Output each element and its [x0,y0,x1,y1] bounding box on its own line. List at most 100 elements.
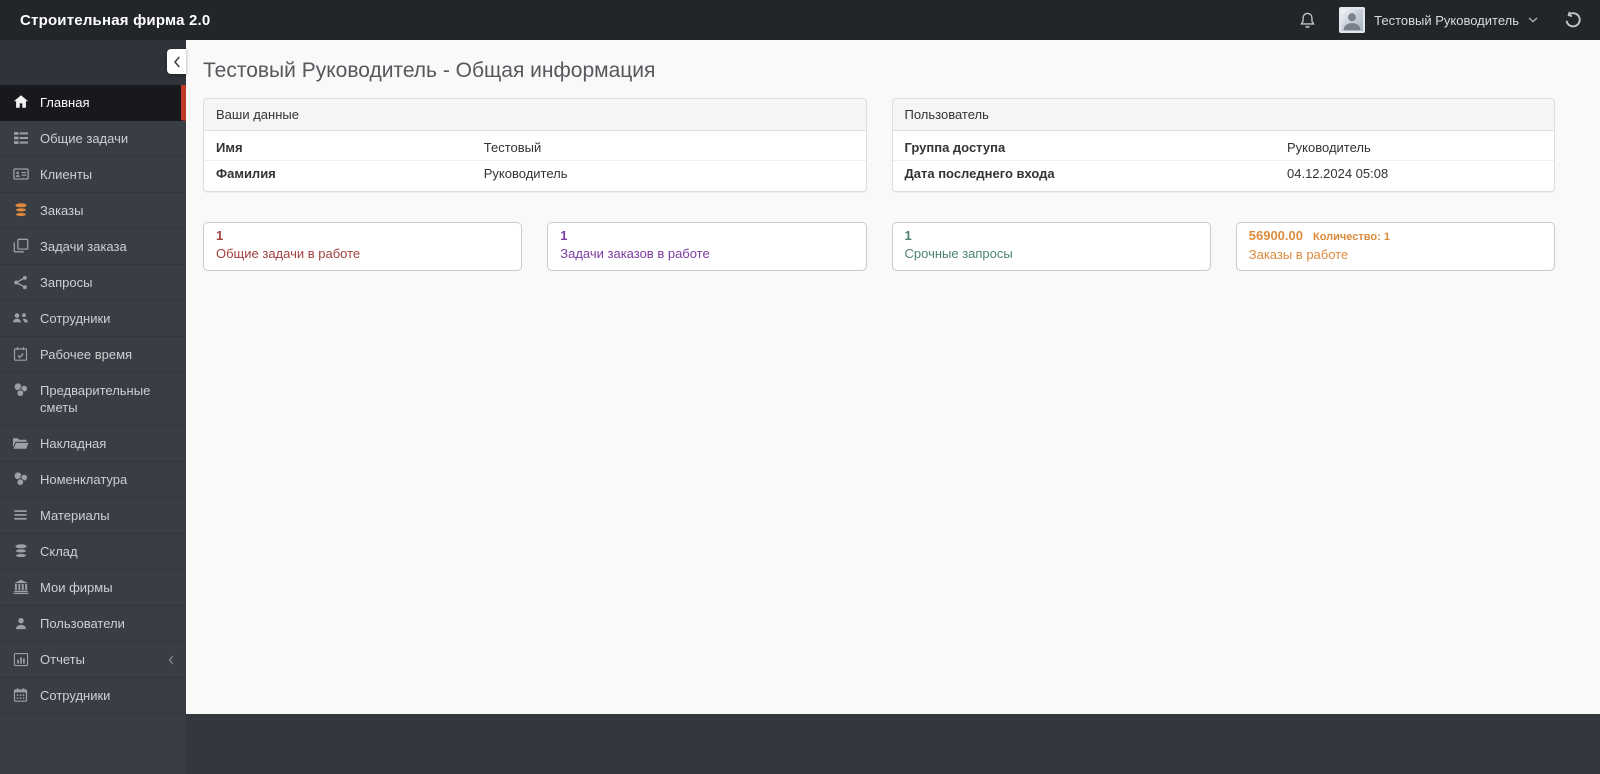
stat-card-value: 1 [904,228,912,243]
chevron-down-icon[interactable] [1528,17,1538,23]
sidebar-item-rabochee-vremya[interactable]: Рабочее время [0,337,186,373]
table-row: Фамилия Руководитель [204,160,866,186]
tasks-icon [12,130,29,146]
stat-card-orders-in-progress[interactable]: 56900.00 Количество: 1 Заказы в работе [1235,222,1555,271]
bell-icon[interactable] [1298,11,1317,30]
sidebar-item-label: Предварительные сметы [40,383,151,415]
chart-bar-icon [12,651,29,667]
sidebar-item-label: Задачи заказа [40,239,127,254]
calendar-icon [12,687,29,703]
row-value: Тестовый [483,140,542,155]
bank-icon [12,579,29,595]
sidebar-item-zakazy[interactable]: Заказы [0,193,186,229]
stat-cards-row: 1 Общие задачи в работе 1 Задачи заказов… [203,222,1555,271]
stat-card-value: 56900.00 [1248,228,1303,243]
clone-icon [12,238,29,254]
panel-user-body: Группа доступа Руководитель Дата последн… [892,131,1555,191]
stat-card-quantity: Количество: 1 [1312,231,1390,243]
sidebar-item-label: Клиенты [40,167,93,182]
sidebar-nav: Главная Общие задачи Клиенты Заказы Зада… [0,85,186,714]
row-label: Дата последнего входа [904,166,1055,181]
sidebar-header [0,40,186,85]
sidebar-item-label: Заказы [40,203,84,218]
stat-card-value: 1 [560,228,568,243]
sidebar-item-glavnaya[interactable]: Главная [0,85,186,121]
sidebar-item-label: Сотрудники [40,311,111,326]
rotate-left-icon[interactable] [1564,11,1582,29]
sidebar-item-label: Материалы [40,508,110,523]
row-label: Фамилия [216,166,276,181]
stack-icon [12,543,29,559]
stat-card-label: Заказы в работе [1248,247,1349,262]
sidebar-item-label: Мои фирмы [40,580,113,595]
stat-card-top: 56900.00 Количество: 1 [1249,227,1542,246]
sidebar-item-materialy[interactable]: Материалы [0,498,186,534]
id-card-icon [12,166,29,182]
sidebar-item-sotrudniki[interactable]: Сотрудники [0,301,186,337]
stat-card-label: Общие задачи в работе [216,246,361,261]
topbar: Строительная фирма 2.0 Тестовый Руководи… [0,0,1600,40]
avatar[interactable] [1339,7,1366,33]
sidebar-item-klienty[interactable]: Клиенты [0,157,186,193]
panel-your-data-body: Имя Тестовый Фамилия Руководитель [204,131,866,191]
sidebar-item-label: Сотрудники [40,688,111,703]
sidebar-item-label: Рабочее время [40,347,133,362]
sidebar-item-label: Запросы [40,275,93,290]
info-panels-row: Ваши данные Имя Тестовый Фамилия Руковод… [203,98,1555,192]
sidebar-item-sotrudniki-calendar[interactable]: Сотрудники [0,678,186,714]
table-row: Группа доступа Руководитель [893,135,1555,160]
user-icon [12,615,29,631]
sidebar-item-label: Главная [40,95,90,110]
table-row: Имя Тестовый [204,135,866,160]
stat-card-label: Срочные запросы [904,246,1013,261]
row-label: Имя [216,140,243,155]
main-content: Тестовый Руководитель - Общая информация… [186,40,1600,714]
row-value: Руководитель [483,166,568,181]
stat-card-value: 1 [216,228,224,243]
panel-user-title: Пользователь [892,99,1554,131]
sidebar-item-nomenklatura[interactable]: Номенклатура [0,462,186,498]
sidebar-item-label: Накладная [40,436,107,451]
sidebar-item-predvaritelnye-smety[interactable]: Предварительные сметы [0,373,186,426]
sidebar-item-nakladnaya[interactable]: Накладная [0,426,186,462]
sidebar-item-obshchie-zadachi[interactable]: Общие задачи [0,121,186,157]
page-title: Тестовый Руководитель - Общая информация [203,59,656,82]
stat-card-general-tasks[interactable]: 1 Общие задачи в работе [203,222,523,271]
panel-your-data: Ваши данные Имя Тестовый Фамилия Руковод… [203,98,867,192]
row-label: Группа доступа [904,140,1006,155]
user-menu-name[interactable]: Тестовый Руководитель [1374,13,1519,28]
app-brand: Строительная фирма 2.0 [20,11,211,29]
sidebar-collapse-button[interactable] [167,49,186,74]
sidebar-item-label: Пользователи [40,616,125,631]
sidebar-item-label: Номенклатура [40,472,128,487]
stat-card-urgent-requests[interactable]: 1 Срочные запросы [891,222,1211,271]
coins-icon [12,382,29,398]
sidebar-item-zadachi-zakaza[interactable]: Задачи заказа [0,229,186,265]
table-row: Дата последнего входа 04.12.2024 05:08 [892,160,1554,186]
calendar-check-icon [12,346,29,362]
sidebar-item-otchety[interactable]: Отчеты [0,642,186,678]
topbar-user-area: Тестовый Руководитель [1298,7,1582,33]
chevron-left-icon [168,655,174,665]
list-icon [12,507,29,523]
stat-card-order-tasks[interactable]: 1 Задачи заказов в работе [547,222,867,271]
row-value: 04.12.2024 05:08 [1287,166,1389,181]
share-icon [12,274,29,290]
sidebar: Главная Общие задачи Клиенты Заказы Зада… [0,40,186,774]
panel-user: Пользователь Группа доступа Руководитель… [891,98,1555,192]
sidebar-item-label: Склад [40,544,78,559]
home-icon [12,94,29,110]
sidebar-item-sklad[interactable]: Склад [0,534,186,570]
row-value: Руководитель [1287,140,1371,155]
sidebar-item-zaprosy[interactable]: Запросы [0,265,186,301]
coins-icon [12,471,29,487]
sidebar-item-label: Отчеты [40,652,85,667]
users-icon [12,310,29,326]
sidebar-item-moi-firmy[interactable]: Мои фирмы [0,570,186,606]
stat-card-label: Задачи заказов в работе [560,246,710,261]
panel-your-data-title: Ваши данные [204,99,866,131]
sidebar-item-label: Общие задачи [40,131,129,146]
folder-open-icon [12,435,29,451]
database-icon [12,202,29,218]
sidebar-item-polzovateli[interactable]: Пользователи [0,606,186,642]
